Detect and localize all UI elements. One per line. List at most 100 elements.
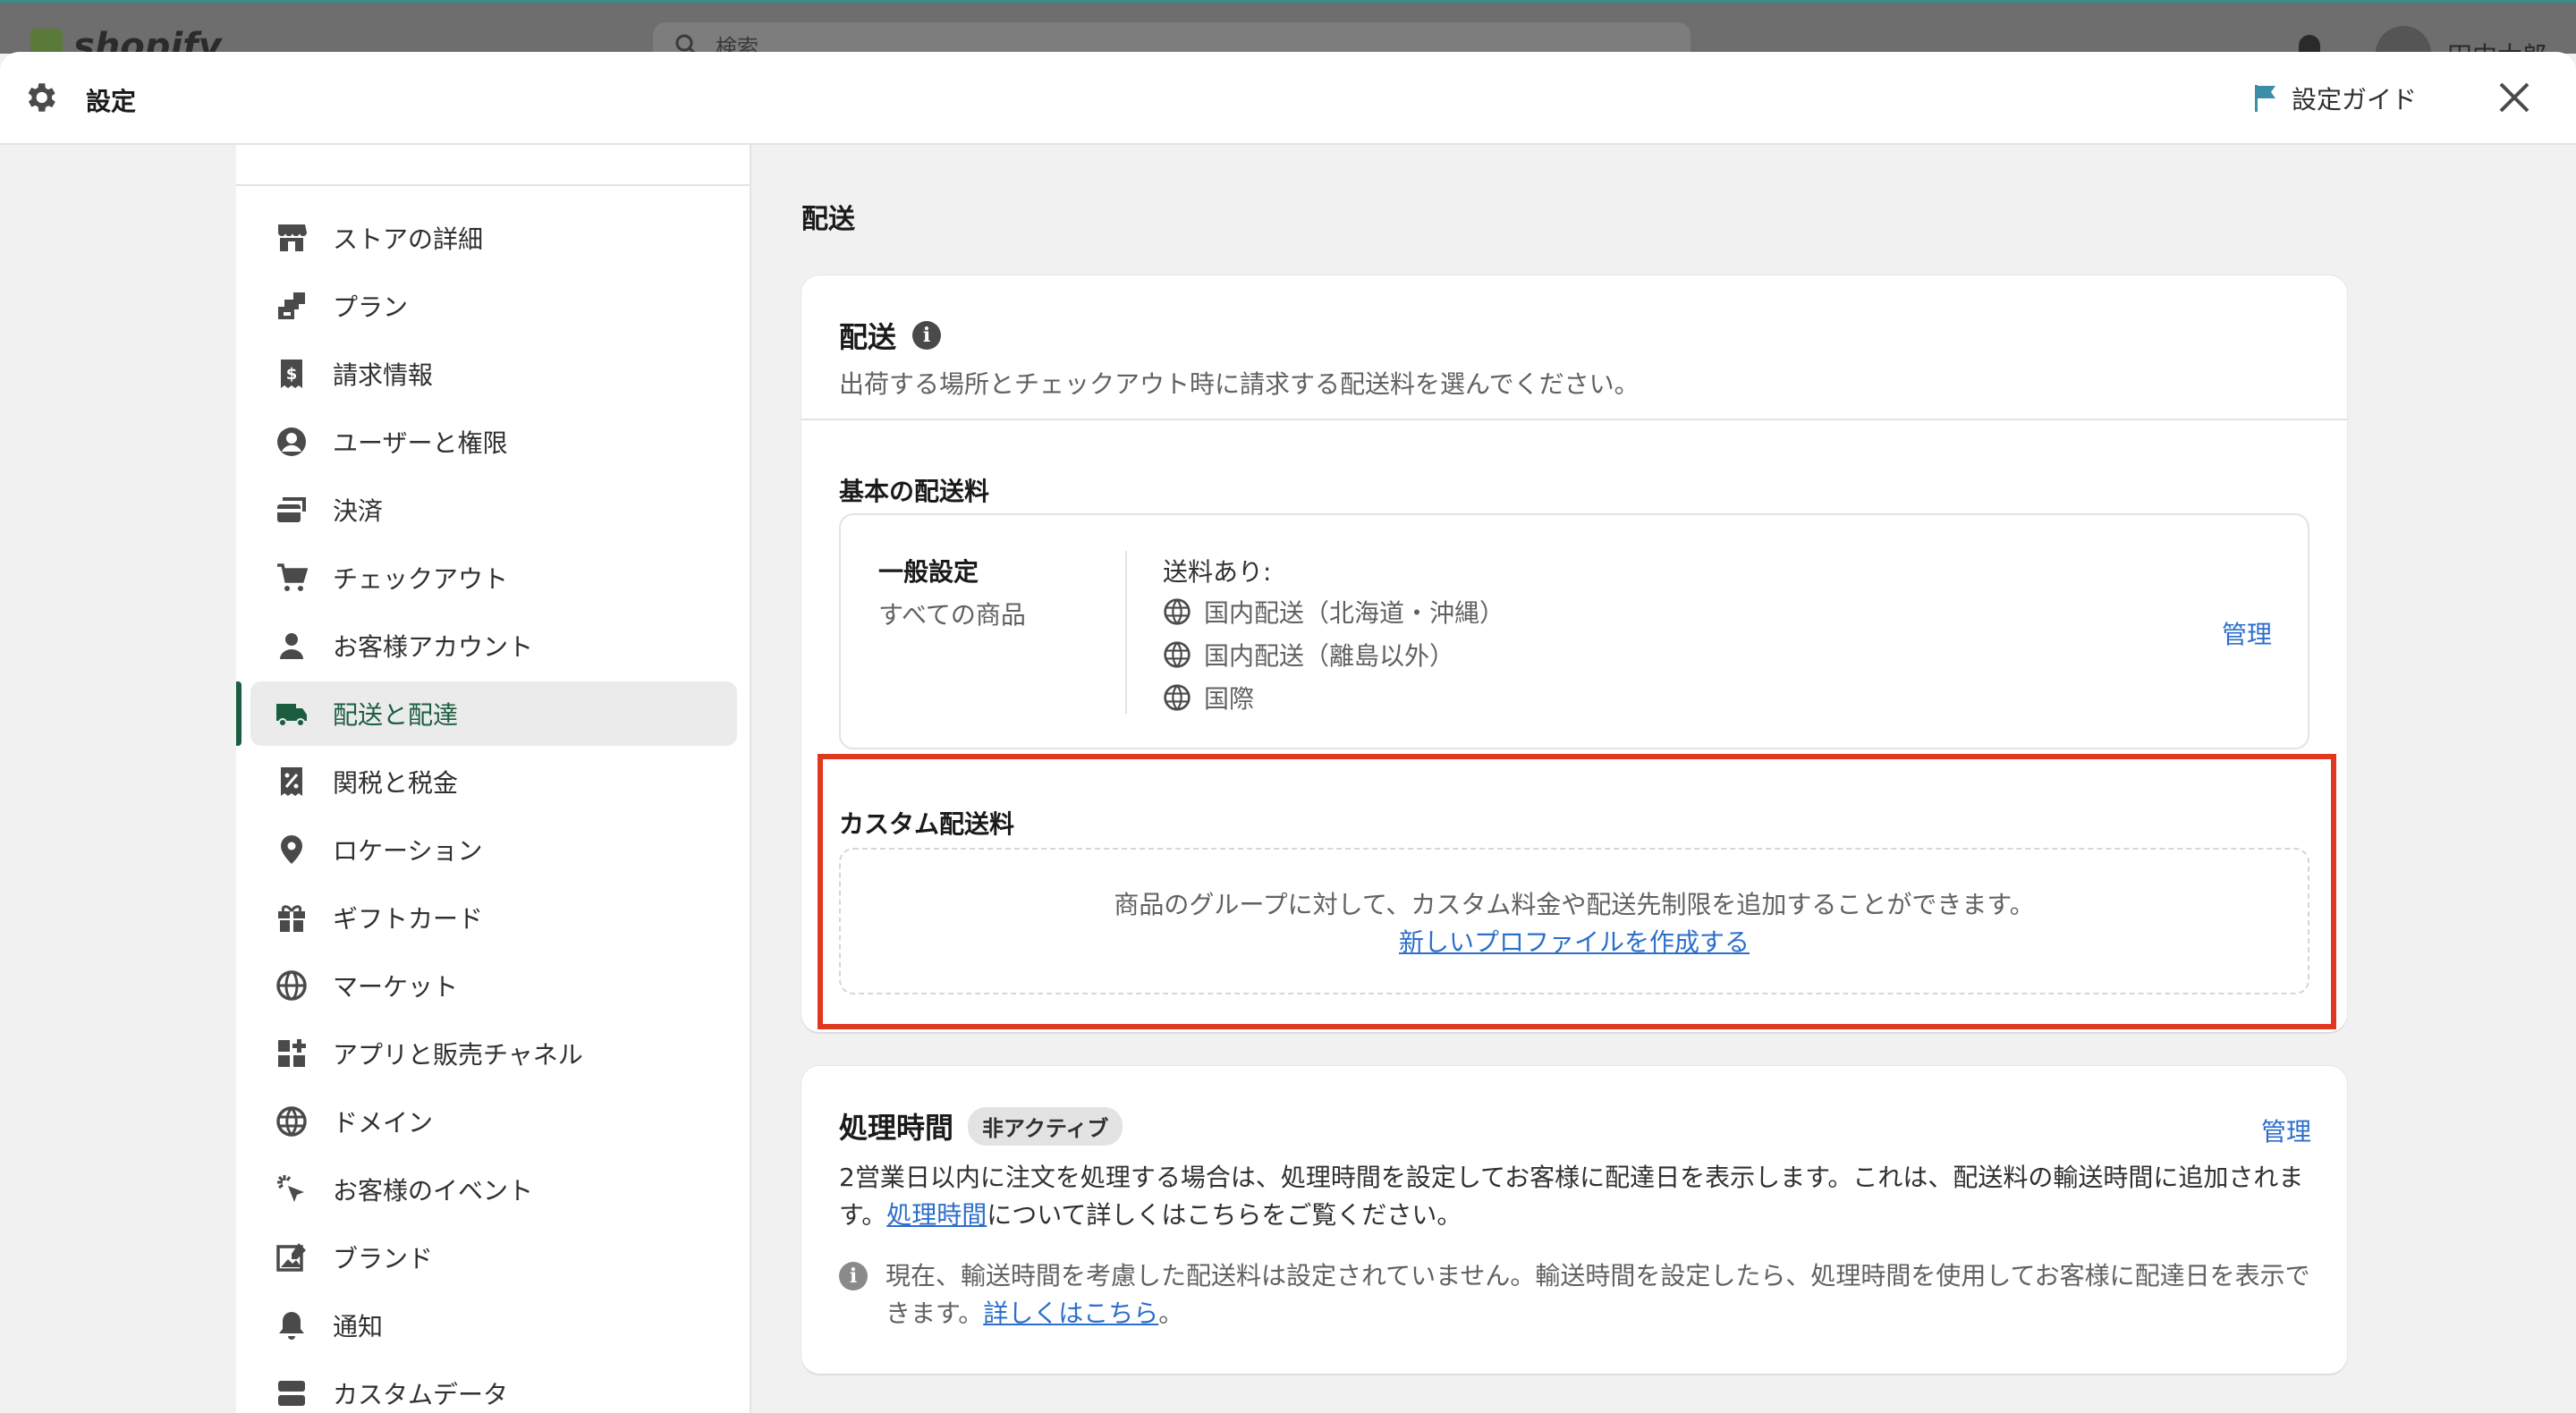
active-indicator <box>236 681 242 746</box>
tax-icon <box>272 762 311 801</box>
sidebar-item-store-details[interactable]: ストアの詳細 <box>250 206 737 270</box>
sidebar-item-label: 請求情報 <box>333 360 434 390</box>
sidebar-item-label: マーケット <box>333 972 459 1002</box>
globe-icon <box>1164 684 1191 711</box>
shipping-card-title-text: 配送 <box>839 320 897 354</box>
gift-icon <box>272 898 311 937</box>
sidebar-item-plan[interactable]: プラン <box>250 274 737 338</box>
sidebar-item-label: ギフトカード <box>333 904 484 934</box>
sidebar-item-label: 配送と配達 <box>333 700 459 730</box>
sidebar-item-label: ドメイン <box>333 1108 434 1138</box>
store-icon <box>272 218 311 258</box>
plan-icon <box>272 286 311 326</box>
sidebar-item-label: お客様のイベント <box>333 1176 534 1206</box>
sidebar-item-label: アプリと販売チャネル <box>333 1040 583 1070</box>
app-topbar-backdrop: shopify 検索 田中太郎 <box>0 0 2576 81</box>
payments-icon <box>272 490 311 529</box>
sidebar-item-customer-accounts[interactable]: お客様アカウント <box>250 613 737 678</box>
bell-icon <box>272 1306 311 1345</box>
general-rates-heading: 基本の配送料 <box>839 477 990 506</box>
location-pin-icon <box>272 830 311 869</box>
processing-time-note: i 現在、輸送時間を考慮した配送料は設定されていません。輸送時間を設定したら、処… <box>839 1257 2315 1333</box>
sidebar-item-custom-data[interactable]: カスタムデータ <box>250 1361 737 1413</box>
shipping-card-title: 配送 i <box>839 315 942 356</box>
card-divider <box>801 419 2347 420</box>
gear-icon <box>28 83 55 112</box>
user-circle-icon <box>272 422 311 461</box>
processing-time-description: 2営業日以内に注文を処理する場合は、処理時間を設定してお客様に配達日を表示します… <box>839 1159 2315 1234</box>
sidebar-item-users[interactable]: ユーザーと権限 <box>250 410 737 474</box>
sidebar-item-notifications[interactable]: 通知 <box>250 1293 737 1358</box>
billing-icon: $ <box>272 354 311 393</box>
sidebar-item-label: ロケーション <box>333 836 483 866</box>
shipping-zone-item: 国内配送（北海道・沖縄） <box>1163 594 1504 630</box>
sidebar-item-label: 通知 <box>333 1312 384 1341</box>
info-icon: i <box>839 1262 868 1290</box>
cursor-click-icon <box>272 1170 311 1209</box>
sidebar-item-checkout[interactable]: チェックアウト <box>250 546 737 610</box>
settings-sidebar: ストアの詳細 プラン $ 請求情報 ユーザーと権限 決済 チェックアウト お客様… <box>236 145 751 1413</box>
status-badge: 非アクティブ <box>968 1106 1123 1146</box>
processing-time-title-text: 処理時間 <box>839 1111 954 1145</box>
learn-more-link[interactable]: 詳しくはこちら <box>983 1299 1158 1328</box>
person-icon <box>272 626 311 665</box>
sidebar-item-label: お客様アカウント <box>333 632 534 662</box>
sidebar-item-payments[interactable]: 決済 <box>250 478 737 542</box>
sidebar-item-label: チェックアウト <box>333 564 509 594</box>
settings-header: 設定 設定ガイド <box>0 52 2576 145</box>
processing-time-title: 処理時間 非アクティブ <box>839 1105 1123 1146</box>
zone-label: 国内配送（北海道・沖縄） <box>1204 598 1505 628</box>
flag-icon <box>2255 85 2275 112</box>
sidebar-item-label: 関税と税金 <box>333 768 459 798</box>
close-icon[interactable] <box>2496 79 2533 116</box>
zone-label: 国際 <box>1204 684 1255 714</box>
sidebar-item-brand[interactable]: ブランド <box>250 1225 737 1290</box>
brand-icon <box>272 1238 311 1277</box>
sidebar-item-gift-cards[interactable]: ギフトカード <box>250 885 737 950</box>
settings-modal: 設定 設定ガイド ストアの詳細 プラン $ 請求情報 ユーザーと権限 決済 チェ… <box>0 52 2576 1413</box>
sidebar-top-divider <box>236 145 750 186</box>
sidebar-item-duties-taxes[interactable]: 関税と税金 <box>250 749 737 814</box>
sidebar-item-label: ストアの詳細 <box>333 224 484 254</box>
sidebar-item-shipping[interactable]: 配送と配達 <box>250 681 737 746</box>
sidebar-item-label: カスタムデータ <box>333 1380 509 1409</box>
note-text-tail: 。 <box>1158 1299 1184 1328</box>
globe-market-icon <box>272 966 311 1005</box>
sidebar-item-locations[interactable]: ロケーション <box>250 817 737 882</box>
sidebar-item-label: 決済 <box>333 496 384 526</box>
globe-icon <box>1164 641 1191 668</box>
manage-general-profile-link[interactable]: 管理 <box>2222 615 2272 651</box>
sidebar-item-apps-channels[interactable]: アプリと販売チャネル <box>250 1021 737 1086</box>
processing-time-link[interactable]: 処理時間 <box>886 1200 987 1230</box>
sidebar-item-label: ブランド <box>333 1244 434 1273</box>
sidebar-item-domains[interactable]: ドメイン <box>250 1089 737 1154</box>
sidebar-item-customer-events[interactable]: お客様のイベント <box>250 1157 737 1222</box>
sidebar-item-billing[interactable]: $ 請求情報 <box>250 342 737 406</box>
general-shipping-profile: 一般設定 すべての商品 送料あり: 国内配送（北海道・沖縄） 国内配送（離島以外… <box>839 513 2309 749</box>
shipping-zone-item: 国際 <box>1163 680 1254 715</box>
truck-icon <box>272 694 311 733</box>
shipping-zone-item: 国内配送（離島以外） <box>1163 637 1454 673</box>
custom-rates-highlight <box>818 754 2336 1029</box>
globe-icon <box>272 1102 311 1141</box>
description-text-tail: について詳しくはこちらをご覧ください。 <box>987 1200 1462 1230</box>
database-icon <box>272 1374 311 1413</box>
processing-time-card: 処理時間 非アクティブ 管理 2営業日以内に注文を処理する場合は、処理時間を設定… <box>801 1066 2347 1374</box>
cart-icon <box>272 558 311 597</box>
sidebar-item-markets[interactable]: マーケット <box>250 953 737 1018</box>
shipping-card-subtitle: 出荷する場所とチェックアウト時に請求する配送料を選んでください。 <box>839 369 1640 399</box>
info-icon[interactable]: i <box>912 321 942 350</box>
zone-label: 国内配送（離島以外） <box>1204 641 1455 671</box>
apps-icon <box>272 1034 311 1073</box>
rates-title: 送料あり: <box>1163 557 1272 587</box>
globe-icon <box>1164 598 1191 625</box>
manage-processing-time-link[interactable]: 管理 <box>2261 1113 2311 1148</box>
setup-guide-button[interactable]: 設定ガイド <box>2252 80 2417 116</box>
settings-title: 設定 <box>86 87 137 116</box>
setup-guide-label: 設定ガイド <box>2292 85 2418 114</box>
profile-scope: すべての商品 <box>878 600 1026 630</box>
page-title: 配送 <box>801 204 855 235</box>
svg-text:$: $ <box>286 365 298 384</box>
sidebar-item-label: ユーザーと権限 <box>333 428 508 458</box>
profile-name: 一般設定 <box>878 557 979 587</box>
